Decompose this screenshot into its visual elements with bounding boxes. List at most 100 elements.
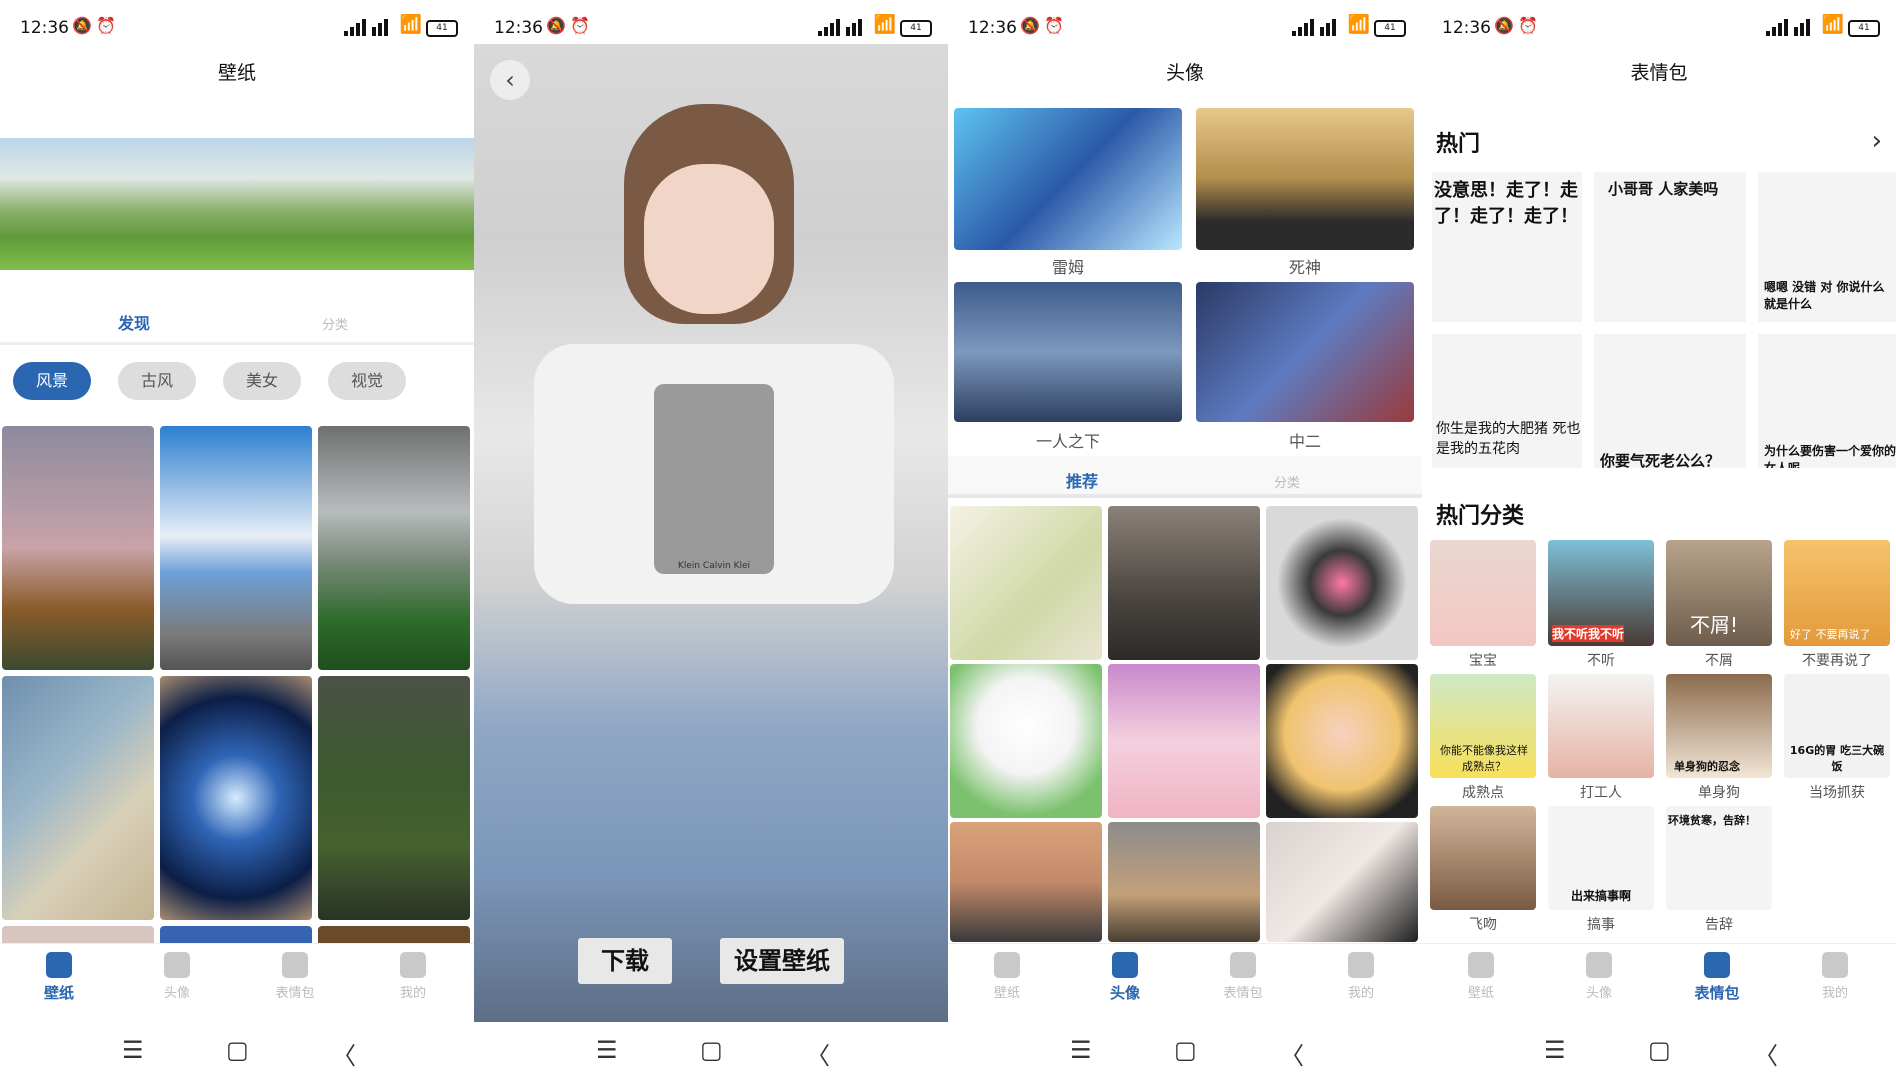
featured-avatar-card[interactable] [954, 108, 1182, 250]
home-button-icon[interactable]: ▢ [700, 1036, 723, 1064]
wallpaper-thumb[interactable] [160, 426, 312, 670]
tab-recommend[interactable]: 推荐 [1066, 468, 1098, 492]
featured-avatar-card[interactable] [954, 282, 1182, 422]
menu-icon[interactable]: ☰ [1544, 1036, 1566, 1064]
avatar-thumb[interactable] [1108, 664, 1260, 818]
tab-discover[interactable]: 发现 [118, 310, 150, 334]
tab-emoji[interactable]: 表情包 [1658, 952, 1776, 1003]
wallpaper-thumb[interactable] [160, 676, 312, 920]
tab-wallpaper[interactable]: 壁纸 [948, 952, 1066, 1001]
wallpaper-thumb[interactable] [318, 426, 470, 670]
tab-category[interactable]: 分类 [1274, 472, 1300, 491]
back-icon[interactable]: 〈 [332, 1036, 356, 1071]
avatar-thumb[interactable] [950, 506, 1102, 660]
segment-bar: 推荐 分类 [948, 456, 1422, 494]
avatar-thumb[interactable] [1266, 822, 1418, 942]
home-icon [994, 952, 1020, 978]
category-thumb[interactable]: 16G的胃 吃三大碗饭 [1784, 674, 1890, 778]
category-thumb[interactable]: 好了 不要再说了 [1784, 540, 1890, 646]
chip-visual[interactable]: 视觉 [328, 362, 406, 400]
meme-card[interactable]: 你要气死老公么？ [1594, 334, 1746, 468]
menu-icon[interactable]: ☰ [1070, 1036, 1092, 1064]
set-wallpaper-button[interactable]: 设置壁纸 [720, 938, 844, 984]
wallpaper-screen: 12:36 🔕 ⏰ 📶 41 壁纸 发现 分类 风景 古风 美女 视觉 壁纸 头… [0, 0, 474, 1080]
wallpaper-thumb[interactable] [2, 676, 154, 920]
back-icon[interactable]: 〈 [1280, 1036, 1304, 1071]
category-label: 告辞 [1705, 917, 1733, 933]
banner-image[interactable] [0, 138, 474, 270]
meme-card[interactable]: 你生是我的大肥猪 死也是我的五花肉 [1432, 334, 1582, 468]
chip-ancient[interactable]: 古风 [118, 362, 196, 400]
wallpaper-thumb[interactable] [2, 426, 154, 670]
back-icon[interactable]: 〈 [806, 1036, 830, 1071]
status-time: 12:36 [1442, 18, 1491, 38]
book-icon [1230, 952, 1256, 978]
battery-icon: 41 [1848, 20, 1880, 37]
tab-emoji[interactable]: 表情包 [236, 952, 354, 1001]
home-button-icon[interactable]: ▢ [1174, 1036, 1197, 1064]
featured-avatar-card[interactable] [1196, 108, 1414, 250]
tab-avatar[interactable]: 头像 [118, 952, 236, 1001]
tab-category[interactable]: 分类 [322, 314, 348, 333]
category-thumb[interactable] [1548, 674, 1654, 778]
tab-wallpaper[interactable]: 壁纸 [0, 952, 118, 1003]
wallpaper-photo: Klein Calvin Klei [474, 44, 948, 1022]
featured-caption: 一人之下 [1035, 432, 1100, 451]
wifi-icon: 📶 [873, 14, 896, 35]
tab-avatar[interactable]: 头像 [1066, 952, 1184, 1003]
tab-mine[interactable]: 我的 [1302, 952, 1420, 1001]
status-bar: 12:36 🔕 ⏰ 📶 41 [1422, 0, 1896, 56]
meme-card[interactable]: 嗯嗯 没错 对 你说什么就是什么 [1758, 172, 1896, 322]
avatar-thumb[interactable] [1108, 506, 1260, 660]
chevron-right-icon[interactable]: › [1872, 126, 1882, 156]
category-thumb[interactable]: 单身狗的忍念 [1666, 674, 1772, 778]
avatar-thumb[interactable] [950, 664, 1102, 818]
back-button[interactable]: ‹ [490, 60, 530, 100]
category-thumb[interactable]: 我不听我不听 [1548, 540, 1654, 646]
meme-card[interactable]: 没意思！走了！走了！走了！走了！ [1432, 172, 1582, 322]
user-icon [1822, 952, 1848, 978]
mute-icon: 🔕 [546, 16, 566, 35]
chip-beauty[interactable]: 美女 [223, 362, 301, 400]
download-button[interactable]: 下载 [578, 938, 672, 984]
meme-card[interactable]: 为什么要伤害一个爱你的女人呢 [1758, 334, 1896, 468]
page-title: 壁纸 [217, 62, 256, 84]
signal-icon [1292, 18, 1342, 36]
avatar-thumb[interactable] [1266, 664, 1418, 818]
category-thumb[interactable] [1430, 806, 1536, 910]
signal-icon [1766, 18, 1816, 36]
category-thumb[interactable]: 不屑! [1666, 540, 1772, 646]
tab-emoji[interactable]: 表情包 [1184, 952, 1302, 1001]
featured-avatar-card[interactable] [1196, 282, 1414, 422]
avatar-thumb[interactable] [1266, 506, 1418, 660]
avatar-thumb[interactable] [1108, 822, 1260, 942]
menu-icon[interactable]: ☰ [122, 1036, 144, 1064]
alarm-icon: ⏰ [96, 16, 116, 35]
menu-icon[interactable]: ☰ [596, 1036, 618, 1064]
category-thumb[interactable] [1430, 540, 1536, 646]
home-button-icon[interactable]: ▢ [226, 1036, 249, 1064]
status-time: 12:36 [968, 18, 1017, 38]
category-thumb[interactable]: 环境贫寒，告辞！ [1666, 806, 1772, 910]
meme-card[interactable]: 小哥哥 人家美吗 [1594, 172, 1746, 322]
tab-wallpaper[interactable]: 壁纸 [1422, 952, 1540, 1001]
home-button-icon[interactable]: ▢ [1648, 1036, 1671, 1064]
chip-scenery[interactable]: 风景 [13, 362, 91, 400]
category-thumb[interactable]: 你能不能像我这样成熟点？ [1430, 674, 1536, 778]
back-icon[interactable]: 〈 [1754, 1036, 1778, 1071]
mute-icon: 🔕 [1020, 16, 1040, 35]
tab-avatar[interactable]: 头像 [1540, 952, 1658, 1001]
section-hot-category: 热门分类 [1436, 504, 1525, 529]
tab-mine[interactable]: 我的 [1776, 952, 1894, 1001]
wallpaper-thumb[interactable] [318, 676, 470, 920]
home-icon [46, 952, 72, 978]
alarm-icon: ⏰ [1044, 16, 1064, 35]
category-label: 当场抓获 [1809, 785, 1865, 801]
tab-mine[interactable]: 我的 [354, 952, 472, 1001]
bottom-tab-bar: 壁纸 头像 表情包 我的 [1422, 943, 1896, 1022]
category-thumb[interactable]: 出来搞事啊 [1548, 806, 1654, 910]
status-time: 12:36 [494, 18, 543, 38]
wifi-icon: 📶 [1347, 14, 1370, 35]
avatar-thumb[interactable] [950, 822, 1102, 942]
avatar-icon [1112, 952, 1138, 978]
